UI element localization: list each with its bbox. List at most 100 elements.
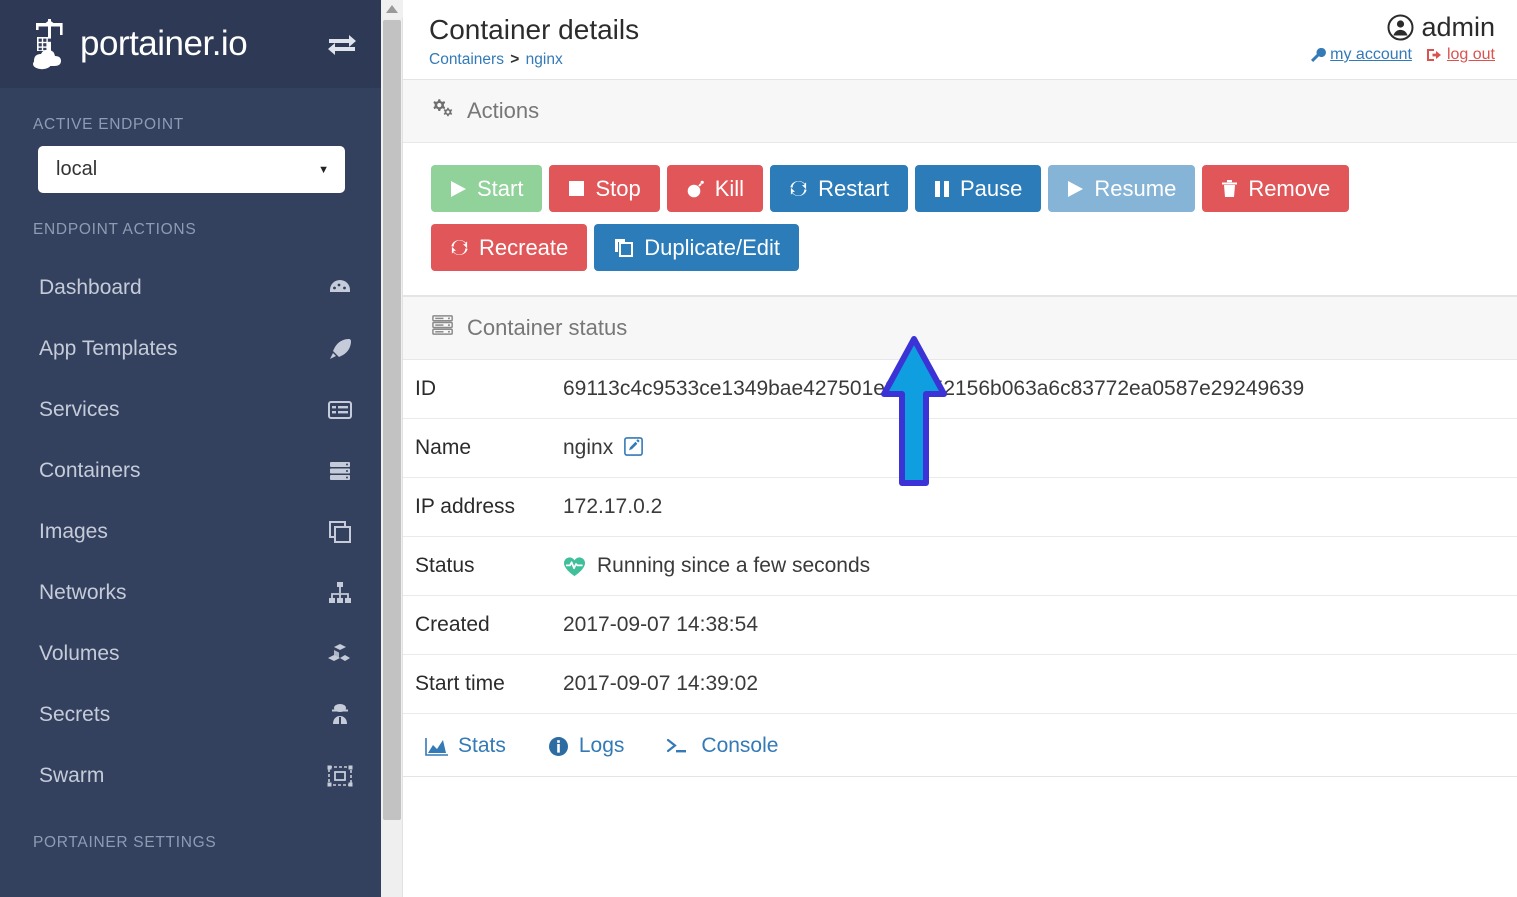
status-value: Running since a few seconds xyxy=(597,554,871,577)
breadcrumb-current[interactable]: nginx xyxy=(526,51,563,68)
remove-button[interactable]: Remove xyxy=(1202,165,1350,212)
container-id-value: 69113c4c9533ce1349bae427501e860952156b06… xyxy=(563,377,1305,400)
brand-logo[interactable]: portainer.io xyxy=(28,17,325,71)
stop-button-label: Stop xyxy=(595,175,641,201)
user-menu: admin my account log out xyxy=(1310,12,1495,64)
sidebar-item-services[interactable]: Services xyxy=(0,379,381,440)
page-header: Container details Containers > nginx adm… xyxy=(403,0,1517,79)
logs-link[interactable]: Logs xyxy=(548,734,625,758)
sidebar-item-label: Networks xyxy=(39,580,127,604)
sidebar-section-portainer-settings: PORTAINER SETTINGS xyxy=(33,834,217,851)
container-name-value: nginx xyxy=(563,436,614,459)
main-content: Container details Containers > nginx adm… xyxy=(403,0,1517,897)
log-out-link[interactable]: log out xyxy=(1426,46,1495,64)
sidebar-item-dashboard[interactable]: Dashboard xyxy=(0,257,381,318)
brand-name: portainer.io xyxy=(80,24,248,63)
user-secret-icon xyxy=(327,702,353,728)
row-key: ID xyxy=(415,377,436,400)
tachometer-icon xyxy=(327,275,353,301)
exchange-arrows-icon[interactable] xyxy=(325,27,359,61)
scrollbar-thumb[interactable] xyxy=(383,20,401,820)
status-cell: Running since a few seconds xyxy=(563,537,1517,596)
restart-button[interactable]: Restart xyxy=(770,165,908,212)
actions-panel: Actions Start Stop Kill Restart Pause Re… xyxy=(403,79,1517,296)
row-key: Created xyxy=(415,613,490,636)
sidebar-item-networks[interactable]: Networks xyxy=(0,562,381,623)
endpoint-select-value: local xyxy=(56,158,98,180)
resume-button[interactable]: Resume xyxy=(1048,165,1196,212)
terminal-icon xyxy=(667,738,687,752)
sidebar-item-images[interactable]: Images xyxy=(0,501,381,562)
table-row: Status Running since a few seconds xyxy=(403,537,1517,596)
stats-link-label: Stats xyxy=(458,734,506,757)
recreate-button[interactable]: Recreate xyxy=(431,224,588,271)
sidebar: portainer.io ACTIVE ENDPOINT local ▼ END… xyxy=(0,0,381,897)
container-status-table: ID 69113c4c9533ce1349bae427501e860952156… xyxy=(403,360,1517,714)
sidebar-nav: Dashboard App Templates Services Contain… xyxy=(0,251,381,806)
stats-link[interactable]: Stats xyxy=(425,734,506,758)
pause-button-label: Pause xyxy=(960,175,1023,201)
bomb-icon xyxy=(687,180,704,198)
list-alt-icon xyxy=(327,397,353,423)
sign-out-icon xyxy=(1426,49,1441,61)
row-key: Start time xyxy=(415,672,505,695)
console-link[interactable]: Console xyxy=(666,734,778,758)
sidebar-item-volumes[interactable]: Volumes xyxy=(0,623,381,684)
user-name: admin xyxy=(1421,12,1495,42)
wrench-icon xyxy=(1311,47,1327,62)
sidebar-scrollbar[interactable] xyxy=(381,0,403,897)
remove-button-label: Remove xyxy=(1248,175,1331,201)
table-row: IP address 172.17.0.2 xyxy=(403,478,1517,537)
actions-panel-title: Actions xyxy=(467,98,540,123)
duplicate-edit-button[interactable]: Duplicate/Edit xyxy=(594,224,800,271)
portainer-app: portainer.io ACTIVE ENDPOINT local ▼ END… xyxy=(0,0,1517,897)
stop-icon xyxy=(569,181,585,196)
kill-button[interactable]: Kill xyxy=(666,165,764,212)
chevron-down-icon: ▼ xyxy=(318,163,329,176)
table-row: Start time 2017-09-07 14:39:02 xyxy=(403,655,1517,714)
sidebar-item-label: Swarm xyxy=(39,763,105,787)
stop-button[interactable]: Stop xyxy=(549,165,660,212)
sidebar-item-label: Volumes xyxy=(39,641,120,665)
my-account-label: my account xyxy=(1330,46,1412,63)
row-key: Status xyxy=(415,554,475,577)
trash-icon xyxy=(1222,180,1238,197)
log-out-label: log out xyxy=(1446,46,1495,63)
endpoint-select[interactable]: local ▼ xyxy=(38,146,345,193)
sidebar-item-containers[interactable]: Containers xyxy=(0,440,381,501)
container-name-cell: nginx xyxy=(563,419,1517,478)
duplicate-edit-button-label: Duplicate/Edit xyxy=(644,234,781,260)
cubes-icon xyxy=(327,641,353,667)
restart-button-label: Restart xyxy=(818,175,889,201)
object-group-icon xyxy=(327,763,353,789)
resume-button-label: Resume xyxy=(1094,175,1177,201)
server-icon xyxy=(327,458,353,484)
recreate-button-label: Recreate xyxy=(479,234,569,260)
sidebar-item-app-templates[interactable]: App Templates xyxy=(0,318,381,379)
row-key: IP address xyxy=(415,495,516,518)
sidebar-item-swarm[interactable]: Swarm xyxy=(0,745,381,806)
sidebar-item-secrets[interactable]: Secrets xyxy=(0,684,381,745)
row-key: Name xyxy=(415,436,472,459)
start-button[interactable]: Start xyxy=(431,165,543,212)
table-row: Created 2017-09-07 14:38:54 xyxy=(403,596,1517,655)
breadcrumb-separator: > xyxy=(510,51,520,68)
sidebar-item-label: Services xyxy=(39,397,120,421)
actions-panel-header: Actions xyxy=(403,80,1517,143)
breadcrumb-containers[interactable]: Containers xyxy=(429,51,504,68)
container-detail-links: Stats Logs Console xyxy=(403,714,1517,776)
copy-icon xyxy=(615,239,634,257)
logs-link-label: Logs xyxy=(578,734,625,757)
sidebar-item-label: Secrets xyxy=(39,702,111,726)
edit-pencil-icon[interactable] xyxy=(624,437,643,456)
my-account-link[interactable]: my account xyxy=(1310,46,1412,64)
area-chart-icon xyxy=(425,737,448,756)
sidebar-item-label: Images xyxy=(39,519,108,543)
clone-icon xyxy=(327,519,353,545)
pause-button[interactable]: Pause xyxy=(915,165,1042,212)
actions-button-row-1: Start Stop Kill Restart Pause Resume Rem… xyxy=(431,165,1489,212)
scroll-up-arrow-icon[interactable] xyxy=(381,0,403,18)
user-circle-icon xyxy=(1387,14,1414,41)
user-links: my account log out xyxy=(1310,46,1495,64)
refresh-icon xyxy=(451,240,468,255)
